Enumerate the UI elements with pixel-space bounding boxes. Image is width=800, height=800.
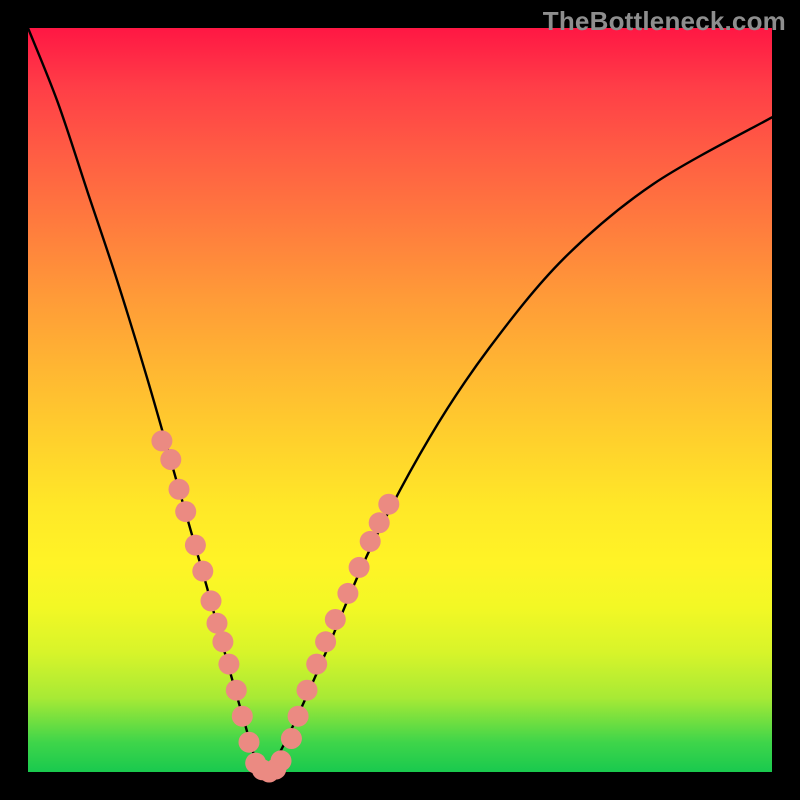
watermark-label: TheBottleneck.com [543, 6, 786, 37]
chart-plot-area [28, 28, 772, 772]
